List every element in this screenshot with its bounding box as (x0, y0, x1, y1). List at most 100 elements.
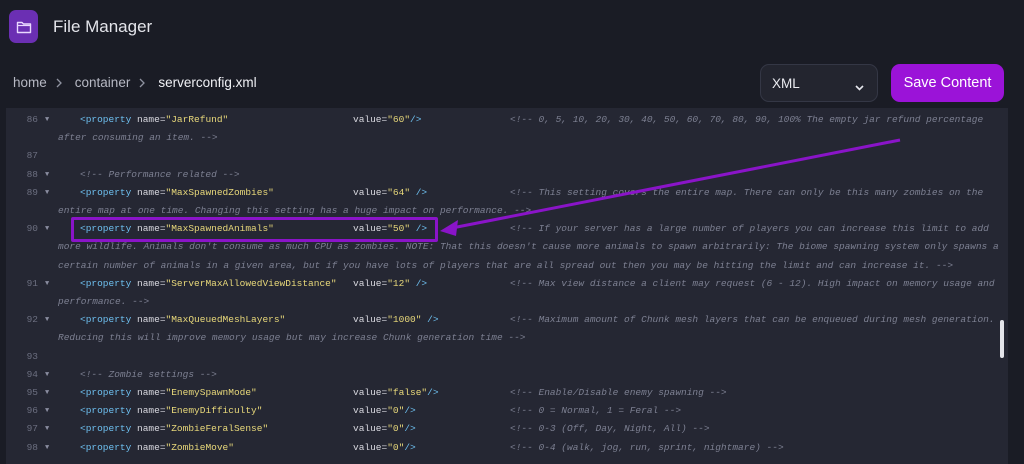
xml-tag: <property (80, 186, 138, 198)
property-open-tag: <property name="EnemySpawnMode" (80, 383, 257, 403)
property-open-tag: <property name="JarRefund" (80, 110, 228, 130)
chevron-down-icon (855, 79, 864, 94)
code-comment: <!-- 0, 5, 10, 20, 30, 40, 50, 60, 70, 8… (510, 114, 984, 125)
line-number: 90 (26, 223, 38, 235)
xml-tag: <property (80, 387, 138, 398)
fold-toggle-icon[interactable]: ▼ (45, 310, 49, 330)
line-number: 94 (26, 368, 38, 380)
value-string: "64" (387, 186, 411, 198)
xml-attr: name= (137, 441, 166, 453)
xml-tag: <property (80, 114, 138, 125)
xml-attr: name= (137, 114, 166, 125)
xml-tag: /> (421, 314, 439, 326)
xml-attr: name= (137, 277, 166, 289)
fold-toggle-icon[interactable]: ▼ (45, 365, 49, 385)
code-editor[interactable]: 86 ▼ <property name="JarRefund" value="60"/… (6, 108, 1008, 464)
fold-toggle-icon[interactable]: ▼ (45, 183, 49, 203)
xml-tag: /> (410, 277, 428, 289)
breadcrumb-current-file: serverconfig.xml (158, 75, 257, 90)
code-line[interactable]: 88 ▼ <!-- Performance related --> (6, 165, 1008, 185)
fold-toggle-icon[interactable]: ▼ (45, 438, 49, 458)
value-string: "1000" (387, 314, 422, 326)
breadcrumb-home[interactable]: home (13, 75, 47, 90)
line-number: 91 (26, 277, 38, 289)
line-number: 93 (26, 350, 38, 362)
xml-attr: value= (353, 277, 388, 289)
property-name: "EnemyDifficulty" (165, 405, 263, 417)
code-line[interactable]: 97 ▼ <property name="ZombieFeralSense" valu… (6, 419, 1008, 439)
code-line[interactable]: 89 ▼ <property name="MaxSpawnedZombies" val… (6, 183, 1008, 203)
property-name: "ZombieMove" (165, 441, 234, 453)
property-name: "MaxSpawnedZombies" (165, 186, 274, 198)
property-open-tag: <property name="MaxQueuedMeshLayers" (80, 310, 285, 330)
property-open-tag: <property name="ZombieMove" (80, 438, 234, 458)
code-comment: <!-- Max view distance a client may requ… (510, 277, 995, 289)
property-value: value="0"/> (353, 401, 416, 421)
code-comment: <!-- 0-4 (walk, jog, run, sprint, nightm… (510, 441, 784, 453)
code-line[interactable]: 93 (6, 347, 1008, 367)
code-comment: <!-- Performance related --> (80, 168, 240, 180)
code-line[interactable]: 86 ▼ <property name="JarRefund" value="60"/… (6, 110, 1008, 130)
value-string: "0" (387, 441, 405, 453)
property-name: "ZombieFeralSense" (165, 423, 269, 435)
xml-attr: value= (353, 441, 388, 453)
fold-toggle-icon[interactable]: ▼ (45, 383, 49, 403)
code-line[interactable]: 98 ▼ <property name="ZombieMove" value="0"/… (6, 438, 1008, 458)
line-number: 87 (26, 150, 38, 162)
language-select[interactable]: XML (760, 64, 878, 102)
code-line[interactable]: 96 ▼ <property name="EnemyDifficulty" value… (6, 401, 1008, 421)
value-string: "0" (387, 423, 405, 435)
code-comment: <!-- 0-3 (Off, Day, Night, All) --> (510, 423, 710, 435)
xml-tag: /> (427, 387, 439, 398)
property-name: "ServerMaxAllowedViewDistance" (165, 277, 337, 289)
code-line[interactable]: 91 ▼ <property name="ServerMaxAllowedViewD… (6, 274, 1008, 294)
line-number: 92 (26, 314, 38, 326)
xml-attr: name= (137, 186, 166, 198)
xml-tag: /> (404, 423, 416, 435)
code-comment: <!-- This setting covers the entire map.… (510, 186, 984, 198)
xml-tag: /> (410, 114, 422, 125)
fold-toggle-icon[interactable]: ▼ (45, 110, 49, 130)
xml-attr: value= (353, 114, 388, 125)
code-line[interactable]: 87 (6, 146, 1008, 166)
code-line[interactable]: 95 ▼ <property name="EnemySpawnMode" value=… (6, 383, 1008, 403)
breadcrumb: home container serverconfig.xml (13, 75, 257, 90)
line-number: 98 (26, 441, 38, 453)
breadcrumb-container[interactable]: container (75, 75, 131, 90)
property-open-tag: <property name="MaxSpawnedZombies" (80, 183, 274, 203)
xml-tag: <property (80, 277, 138, 289)
property-open-tag: <property name="ZombieFeralSense" (80, 419, 268, 439)
line-number: 88 (26, 168, 38, 180)
property-value: value="60"/> (353, 110, 421, 130)
fold-toggle-icon[interactable]: ▼ (45, 165, 49, 185)
property-value: value="64" /> (353, 183, 427, 203)
property-open-tag: <property name="ServerMaxAllowedViewDist… (80, 274, 337, 294)
xml-tag: <property (80, 314, 138, 326)
xml-tag: /> (404, 405, 416, 417)
xml-attr: value= (353, 314, 388, 326)
app-title: File Manager (53, 17, 153, 36)
save-content-button[interactable]: Save Content (891, 64, 1004, 102)
fold-toggle-icon[interactable]: ▼ (45, 274, 49, 294)
value-string: "12" (387, 277, 411, 289)
xml-attr: name= (137, 387, 166, 398)
xml-attr: value= (353, 186, 388, 198)
property-name: "JarRefund" (165, 114, 229, 125)
code-comment: <!-- Maximum amount of Chunk mesh layers… (510, 314, 995, 326)
vertical-scrollbar-thumb[interactable] (1000, 320, 1004, 358)
code-line[interactable]: 94 ▼ <!-- Zombie settings --> (6, 365, 1008, 385)
code-comment: <!-- If your server has a large number o… (510, 223, 989, 235)
app-logo (9, 10, 38, 43)
code-comment: <!-- Zombie settings --> (80, 368, 217, 380)
value-string: "0" (387, 405, 405, 417)
xml-attr: value= (353, 405, 388, 417)
language-select-value: XML (772, 75, 800, 91)
fold-toggle-icon[interactable]: ▼ (45, 419, 49, 439)
property-value: value="0"/> (353, 419, 416, 439)
fold-toggle-icon[interactable]: ▼ (45, 401, 49, 421)
property-value: value="0"/> (353, 438, 416, 458)
code-line[interactable]: 92 ▼ <property name="MaxQueuedMeshLayers" v… (6, 310, 1008, 330)
value-string: "60" (387, 114, 411, 125)
fold-toggle-icon[interactable]: ▼ (45, 219, 49, 239)
xml-attr: name= (137, 314, 166, 326)
